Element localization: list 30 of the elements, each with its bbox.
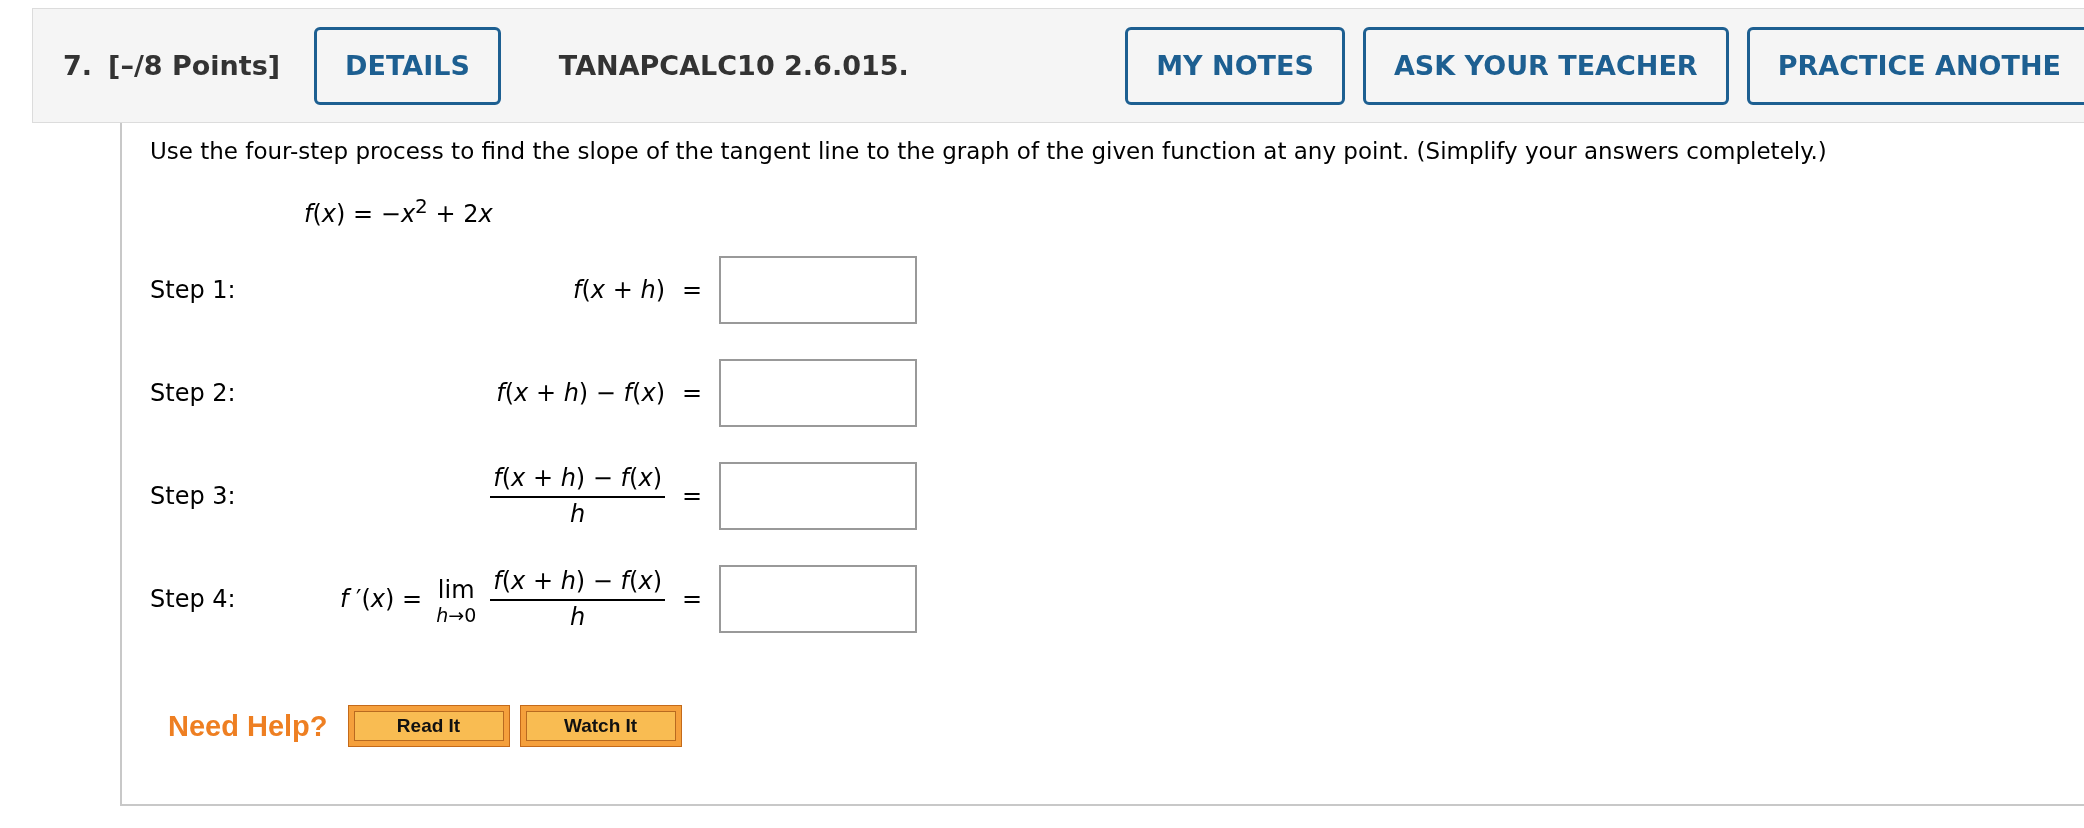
fraction: f(x + h) − f(x) h: [490, 567, 665, 631]
notes-button[interactable]: MY NOTES: [1125, 26, 1345, 105]
question-number: 7.: [63, 50, 93, 81]
step-label: Step 2:: [150, 379, 237, 407]
equals-sign: =: [680, 379, 704, 407]
practice-button[interactable]: PRACTICE ANOTHE: [1746, 26, 2084, 105]
read-it-button[interactable]: Read It: [347, 705, 510, 747]
need-help-label: Need Help?: [168, 709, 328, 743]
equals-sign: =: [680, 482, 704, 510]
step-label: Step 3:: [150, 482, 237, 510]
limit-notation: lim h→0: [436, 575, 477, 626]
watch-it-button[interactable]: Watch It: [519, 705, 682, 747]
equals-sign: =: [680, 585, 704, 613]
expression: f(x + h) − f(x): [496, 379, 665, 407]
answer-field[interactable]: [719, 462, 917, 530]
function-formula: f(x) = −x$^{2}$ + 2x: [304, 194, 494, 228]
ask-teacher-button[interactable]: ASK YOUR TEACHER: [1362, 26, 1729, 105]
answer-field[interactable]: [719, 565, 917, 633]
instructions-text: Use the four-step process to find the slope of the tangent line to the graph of the given function at any point. (Simplify your answers completely.): [150, 138, 1828, 164]
answer-field[interactable]: [719, 359, 917, 427]
derivative-label: f ′(x) =: [339, 585, 423, 613]
answer-field[interactable]: [719, 256, 917, 324]
equals-sign: =: [680, 276, 704, 304]
expression: f(x + h): [573, 276, 665, 304]
step-label: Step 1:: [150, 276, 237, 304]
step-label: Step 4:: [150, 585, 237, 613]
fraction: f(x + h) − f(x) h: [490, 464, 665, 528]
points-label: [–/8 Points]: [108, 50, 281, 81]
details-button[interactable]: DETAILS: [314, 26, 501, 105]
question-code: TANAPCALC10 2.6.015.: [558, 50, 909, 81]
